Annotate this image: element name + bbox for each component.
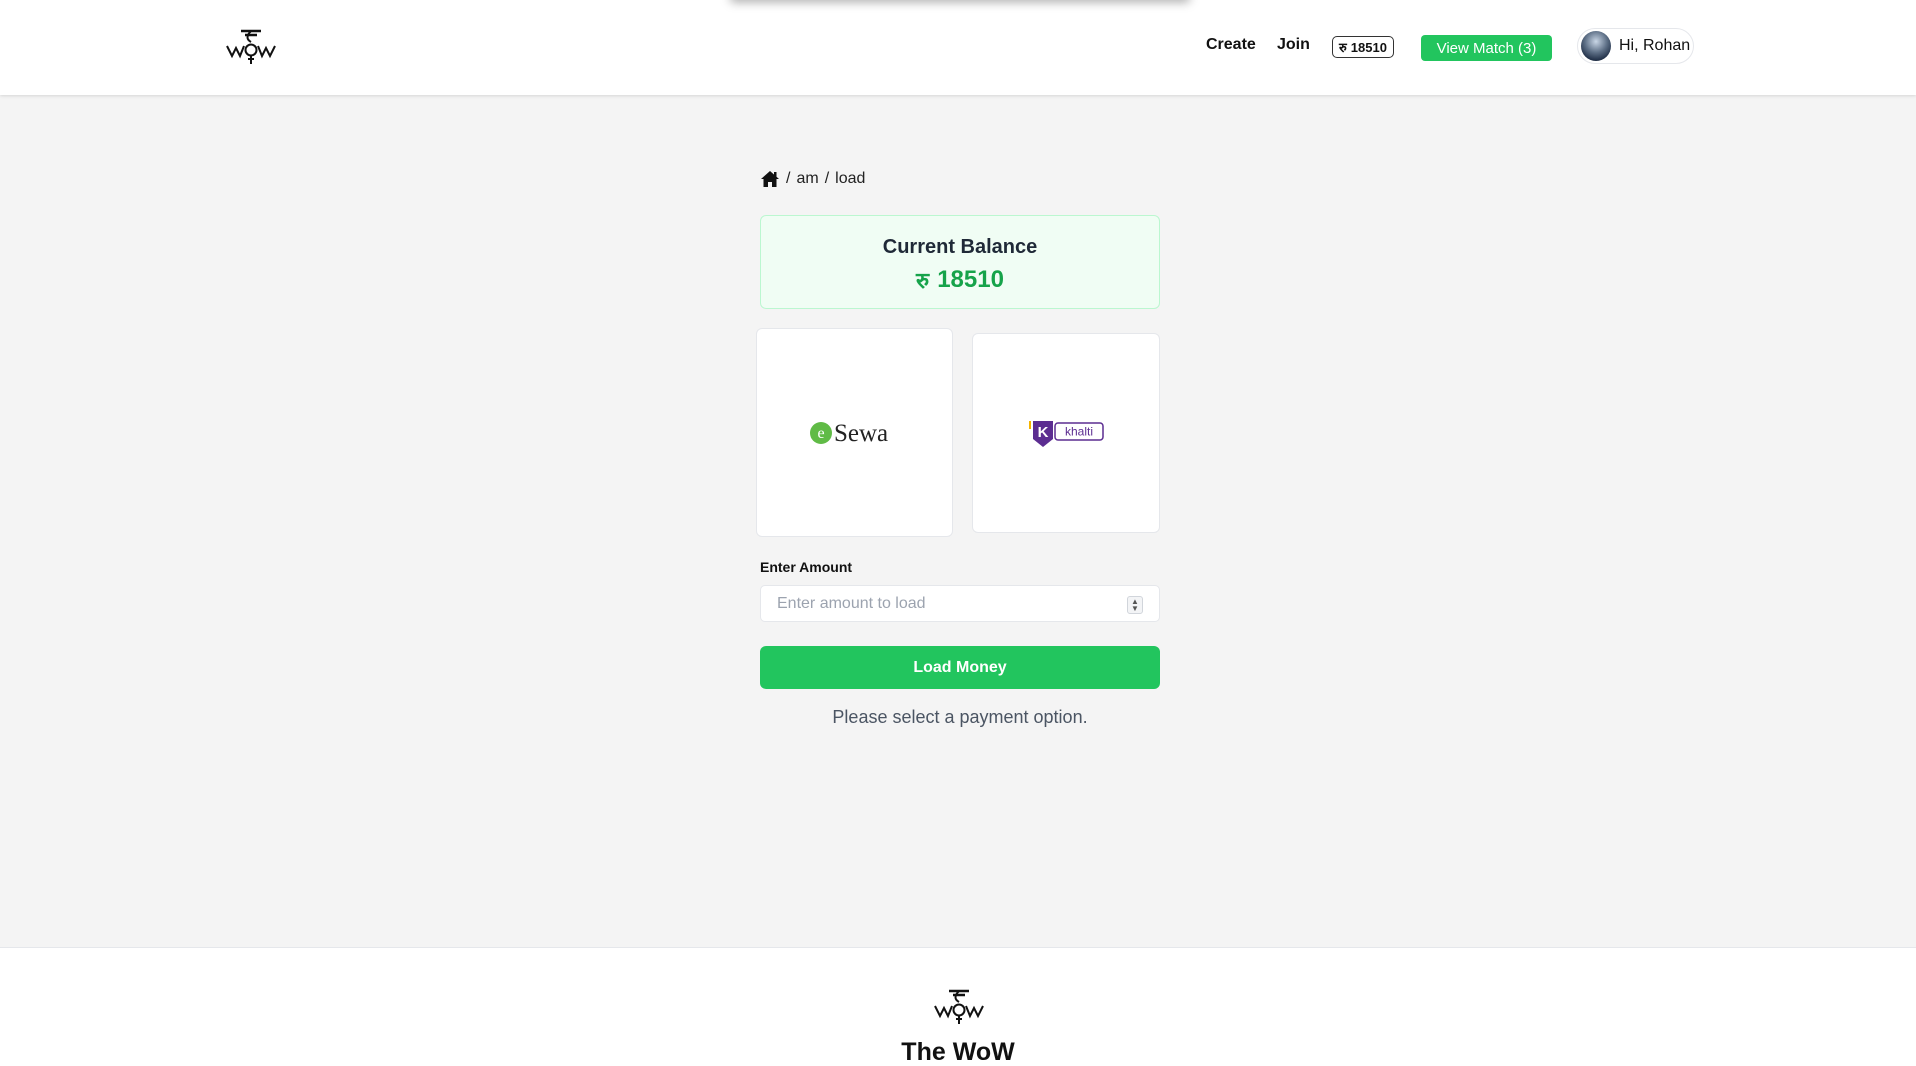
balance-amount-row: रु 18510	[761, 265, 1159, 295]
user-menu[interactable]: Hi, Rohan	[1577, 28, 1694, 64]
rupee-symbol: रु	[1339, 40, 1347, 55]
breadcrumb-separator: /	[786, 170, 791, 187]
top-navbar: Create Join रु 18510 View Match (3) Hi, …	[0, 0, 1916, 95]
load-money-button[interactable]: Load Money	[760, 646, 1160, 689]
amount-input-container: ▲ ▼	[760, 585, 1160, 622]
balance-title: Current Balance	[882, 236, 1038, 258]
header-balance-chip[interactable]: रु 18510	[1332, 36, 1394, 58]
breadcrumb-item-am[interactable]: am	[796, 170, 818, 188]
footer-title: The WoW	[901, 1038, 1015, 1066]
svg-text:e: e	[817, 425, 824, 442]
status-message: Please select a payment option.	[832, 707, 1088, 727]
payment-option-khalti[interactable]: K khalti	[972, 333, 1160, 533]
user-greeting: Hi, Rohan	[1619, 37, 1691, 54]
amount-label: Enter Amount	[760, 559, 853, 575]
khalti-logo: K khalti	[1029, 421, 1104, 447]
amount-input[interactable]	[761, 586, 1159, 621]
header-balance-amount: 18510	[1350, 39, 1387, 55]
footer: The WoW	[0, 947, 1916, 1066]
svg-text:Sewa: Sewa	[834, 420, 888, 447]
rupee-symbol: रु	[916, 268, 930, 293]
current-balance-card: Current Balance रु 18510	[760, 215, 1160, 309]
wow-logo[interactable]	[224, 26, 278, 66]
svg-text:K: K	[1038, 424, 1049, 441]
svg-text:khalti: khalti	[1065, 425, 1093, 439]
number-stepper[interactable]: ▲ ▼	[1127, 596, 1143, 614]
nav-create-link[interactable]: Create	[1206, 36, 1256, 54]
wow-logo[interactable]	[932, 986, 986, 1026]
home-icon[interactable]	[760, 170, 780, 188]
payment-option-esewa[interactable]: e Sewa	[756, 328, 953, 537]
avatar	[1581, 31, 1611, 61]
nav-join-link[interactable]: Join	[1277, 36, 1310, 54]
esewa-logo: e Sewa	[809, 420, 888, 447]
balance-amount: 18510	[937, 266, 1004, 293]
breadcrumb-item-load: load	[835, 170, 866, 187]
breadcrumb-separator: /	[824, 170, 830, 187]
breadcrumb: / am / load	[760, 170, 865, 188]
view-match-button[interactable]: View Match (3)	[1421, 35, 1552, 61]
stepper-down-icon[interactable]: ▼	[1131, 605, 1139, 613]
